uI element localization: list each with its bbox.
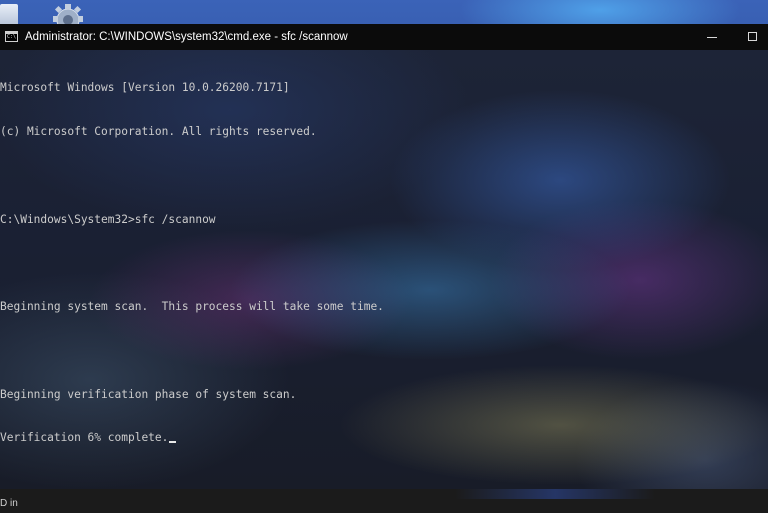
console-line-progress: Verification 6% complete.	[0, 431, 384, 446]
console-output[interactable]: Microsoft Windows [Version 10.0.26200.71…	[0, 50, 768, 489]
console-line-version: Microsoft Windows [Version 10.0.26200.71…	[0, 81, 290, 95]
taskbar-label: D in	[0, 498, 18, 509]
cmd-window[interactable]: C:\ Administrator: C:\WINDOWS\system32\c…	[0, 24, 768, 489]
maximize-icon	[748, 32, 757, 41]
text-cursor	[169, 441, 177, 444]
console-line-blank-1	[0, 169, 384, 184]
minimize-icon	[707, 37, 717, 38]
console-line-scan-start: Beginning system scan. This process will…	[0, 300, 384, 314]
console-line-command: C:\Windows\System32>sfc /scannow	[0, 212, 216, 226]
progress-text: Verification 6% complete.	[0, 431, 169, 445]
title-bar[interactable]: C:\ Administrator: C:\WINDOWS\system32\c…	[0, 24, 768, 50]
minimize-button[interactable]	[688, 24, 734, 50]
console-line-blank-2	[0, 256, 384, 271]
console-line-blank-3	[0, 344, 384, 359]
taskbar-highlight	[455, 489, 655, 499]
taskbar[interactable]: D in	[0, 489, 768, 513]
cmd-icon-label: C:\	[7, 34, 17, 40]
document-icon[interactable]	[0, 4, 18, 26]
maximize-button[interactable]	[730, 24, 768, 50]
console-line-verification-phase: Beginning verification phase of system s…	[0, 387, 297, 401]
console-line-copyright: (c) Microsoft Corporation. All rights re…	[0, 124, 317, 138]
window-title: Administrator: C:\WINDOWS\system32\cmd.e…	[25, 31, 348, 43]
console-text: Microsoft Windows [Version 10.0.26200.71…	[0, 52, 384, 475]
cmd-icon[interactable]: C:\	[5, 31, 18, 42]
